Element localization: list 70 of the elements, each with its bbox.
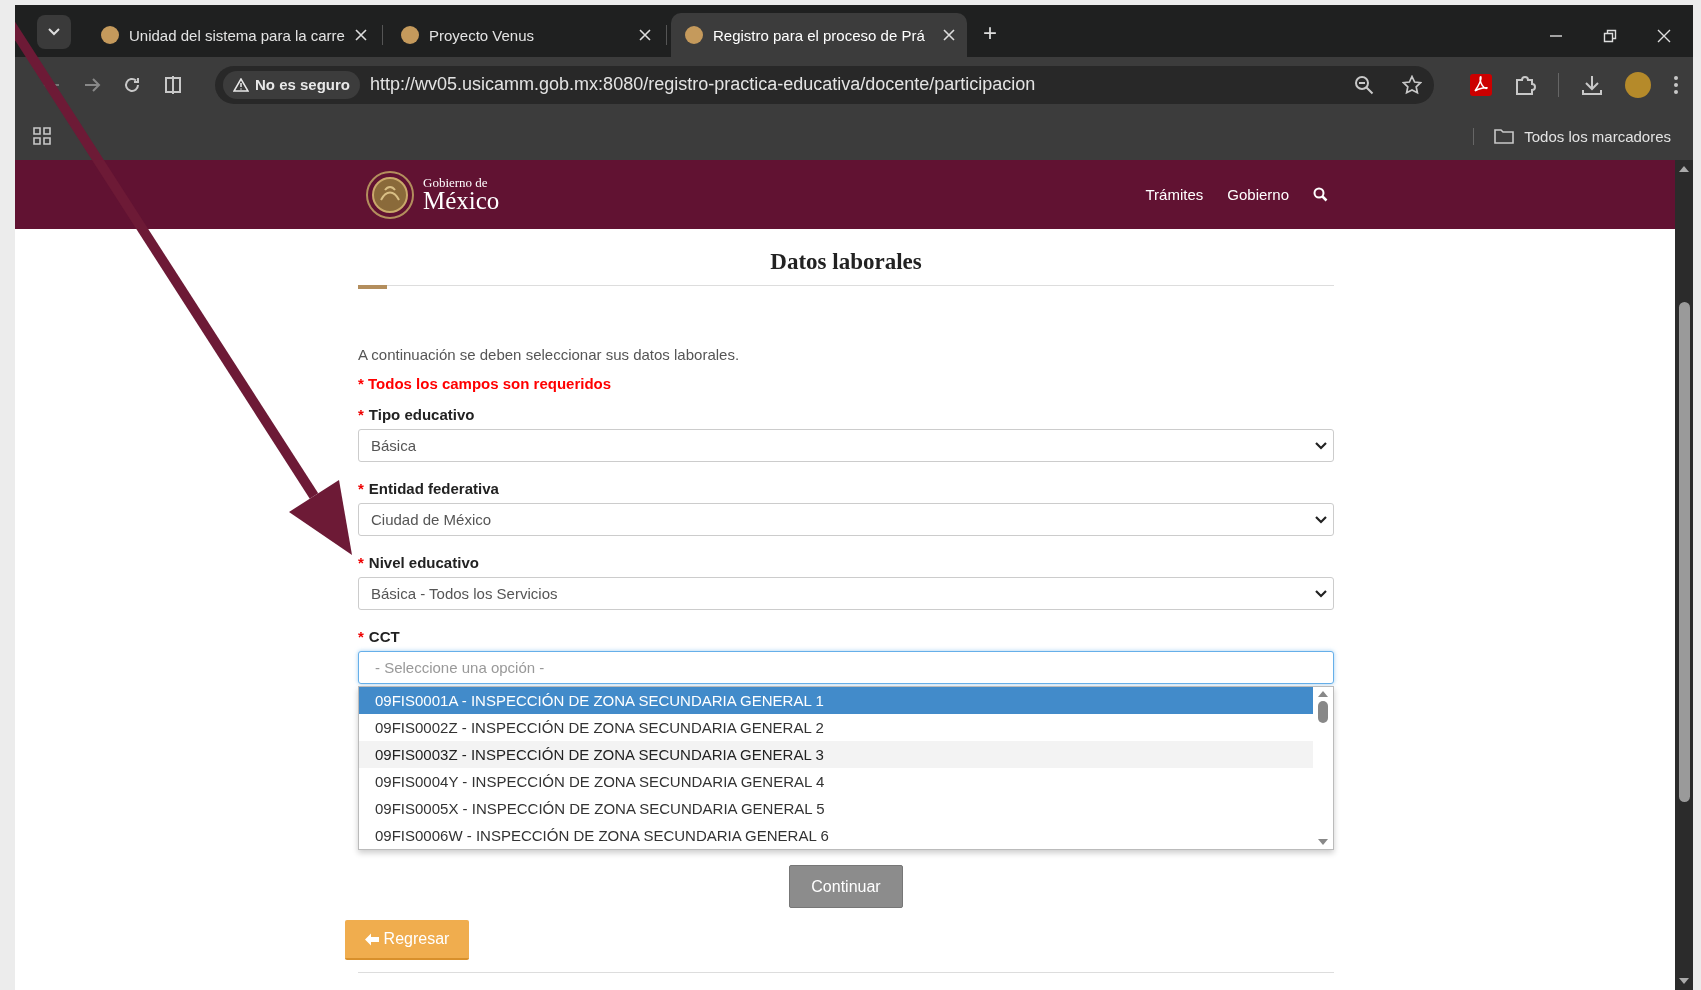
favicon-icon (684, 26, 703, 44)
dropdown-option[interactable]: 09FIS0001A - INSPECCIÓN DE ZONA SECUNDARIA GENERAL 1 (359, 687, 1313, 714)
required-note: * Todos los campos son requeridos (358, 375, 613, 392)
page-scrollbar[interactable] (1675, 160, 1693, 990)
nav-link[interactable]: Gobierno (1227, 186, 1289, 203)
browser-tab[interactable]: Unidad del sistema para la carre (87, 13, 379, 57)
select-field[interactable]: Básica - Todos los Servicios (358, 577, 1334, 610)
scroll-down-arrow-icon[interactable] (1318, 839, 1328, 845)
search-combo-field[interactable]: - Seleccione una opción - (358, 651, 1334, 684)
scrollbar-thumb[interactable] (1318, 701, 1328, 723)
select-field[interactable]: Ciudad de México (358, 503, 1334, 536)
field-label: Nivel educativo (368, 554, 479, 571)
more-menu-icon[interactable] (1673, 74, 1679, 95)
split-view-icon[interactable] (163, 74, 183, 95)
close-icon[interactable] (942, 29, 955, 41)
browser-tab[interactable]: Proyecto Venus (386, 13, 663, 57)
extensions-puzzle-icon[interactable] (1514, 73, 1536, 96)
chevron-down-icon (48, 28, 60, 36)
star-icon[interactable] (1402, 74, 1422, 95)
favicon-icon (101, 26, 119, 44)
close-icon[interactable] (1657, 29, 1671, 43)
scroll-down-arrow-icon[interactable] (1679, 978, 1689, 984)
apps-grid-icon[interactable] (33, 127, 51, 145)
page-title: Datos laborales (769, 249, 923, 275)
dropdown-option[interactable]: 09FIS0002Z - INSPECCIÓN DE ZONA SECUNDARIA GENERAL 2 (359, 714, 1313, 741)
title-accent-bar (358, 285, 387, 289)
tab-search-button[interactable] (37, 15, 71, 49)
bookmarks-link[interactable]: Todos los marcadores (1524, 127, 1671, 145)
national-seal-logo[interactable] (365, 169, 415, 220)
arrow-left-icon (364, 932, 379, 946)
required-marker: * (358, 628, 364, 645)
url-text: http://wv05.usicamm.gob.mx:8080/registro-practica-educativa/docente/participacion (370, 74, 1037, 95)
forward-arrow-icon[interactable] (83, 75, 101, 94)
dropdown-option[interactable]: 09FIS0004Y - INSPECCIÓN DE ZONA SECUNDARIA GENERAL 4 (359, 768, 1313, 795)
intro-text: A continuación se deben seleccionar sus datos laborales. (358, 346, 741, 363)
dropdown-option[interactable]: 09FIS0003Z - INSPECCIÓN DE ZONA SECUNDARIA GENERAL 3 (359, 741, 1313, 768)
chevron-down-icon (1315, 441, 1327, 450)
scrollbar-thumb[interactable] (1678, 302, 1690, 802)
search-icon[interactable] (1313, 187, 1328, 202)
zoom-out-icon[interactable] (1354, 74, 1374, 95)
scroll-up-arrow-icon[interactable] (1318, 691, 1328, 697)
restore-icon[interactable] (1603, 29, 1617, 43)
download-icon[interactable] (1581, 73, 1603, 96)
new-tab-button[interactable]: + (982, 19, 997, 47)
profile-avatar[interactable] (1625, 71, 1651, 98)
dropdown-option[interactable]: 09FIS0006W - INSPECCIÓN DE ZONA SECUNDARIA GENERAL 6 (359, 822, 1313, 849)
required-marker: * (358, 480, 364, 497)
folder-icon (1494, 128, 1515, 144)
dropdown-option[interactable]: 09FIS0005X - INSPECCIÓN DE ZONA SECUNDARIA GENERAL 5 (359, 795, 1313, 822)
required-marker: * (358, 554, 364, 571)
pdf-extension-icon[interactable] (1470, 73, 1492, 96)
field-label: Tipo educativo (368, 406, 475, 423)
chevron-down-icon (1315, 589, 1327, 598)
warning-icon (233, 77, 249, 92)
close-icon[interactable] (354, 29, 367, 41)
close-icon[interactable] (638, 29, 651, 41)
address-bar[interactable]: No es seguro http://wv05.usicamm.gob.mx:8080/registro-practica-educativa/docente/participacion (215, 65, 1434, 104)
scroll-up-arrow-icon[interactable] (1679, 166, 1689, 172)
reload-icon[interactable] (123, 75, 141, 94)
field-label: Entidad federativa (368, 480, 499, 497)
browser-tab[interactable]: Registro para el proceso de Prá (670, 13, 967, 57)
chevron-down-icon (1315, 515, 1327, 524)
nav-link[interactable]: Trámites (1145, 186, 1204, 203)
select-field[interactable]: Básica (358, 429, 1334, 462)
required-marker: * (358, 406, 364, 423)
brand-title: México (423, 189, 500, 213)
brand-text: Gobierno de (423, 176, 489, 189)
security-chip[interactable]: No es seguro (223, 70, 361, 99)
field-label: CCT (368, 628, 400, 645)
favicon-icon (400, 26, 419, 44)
